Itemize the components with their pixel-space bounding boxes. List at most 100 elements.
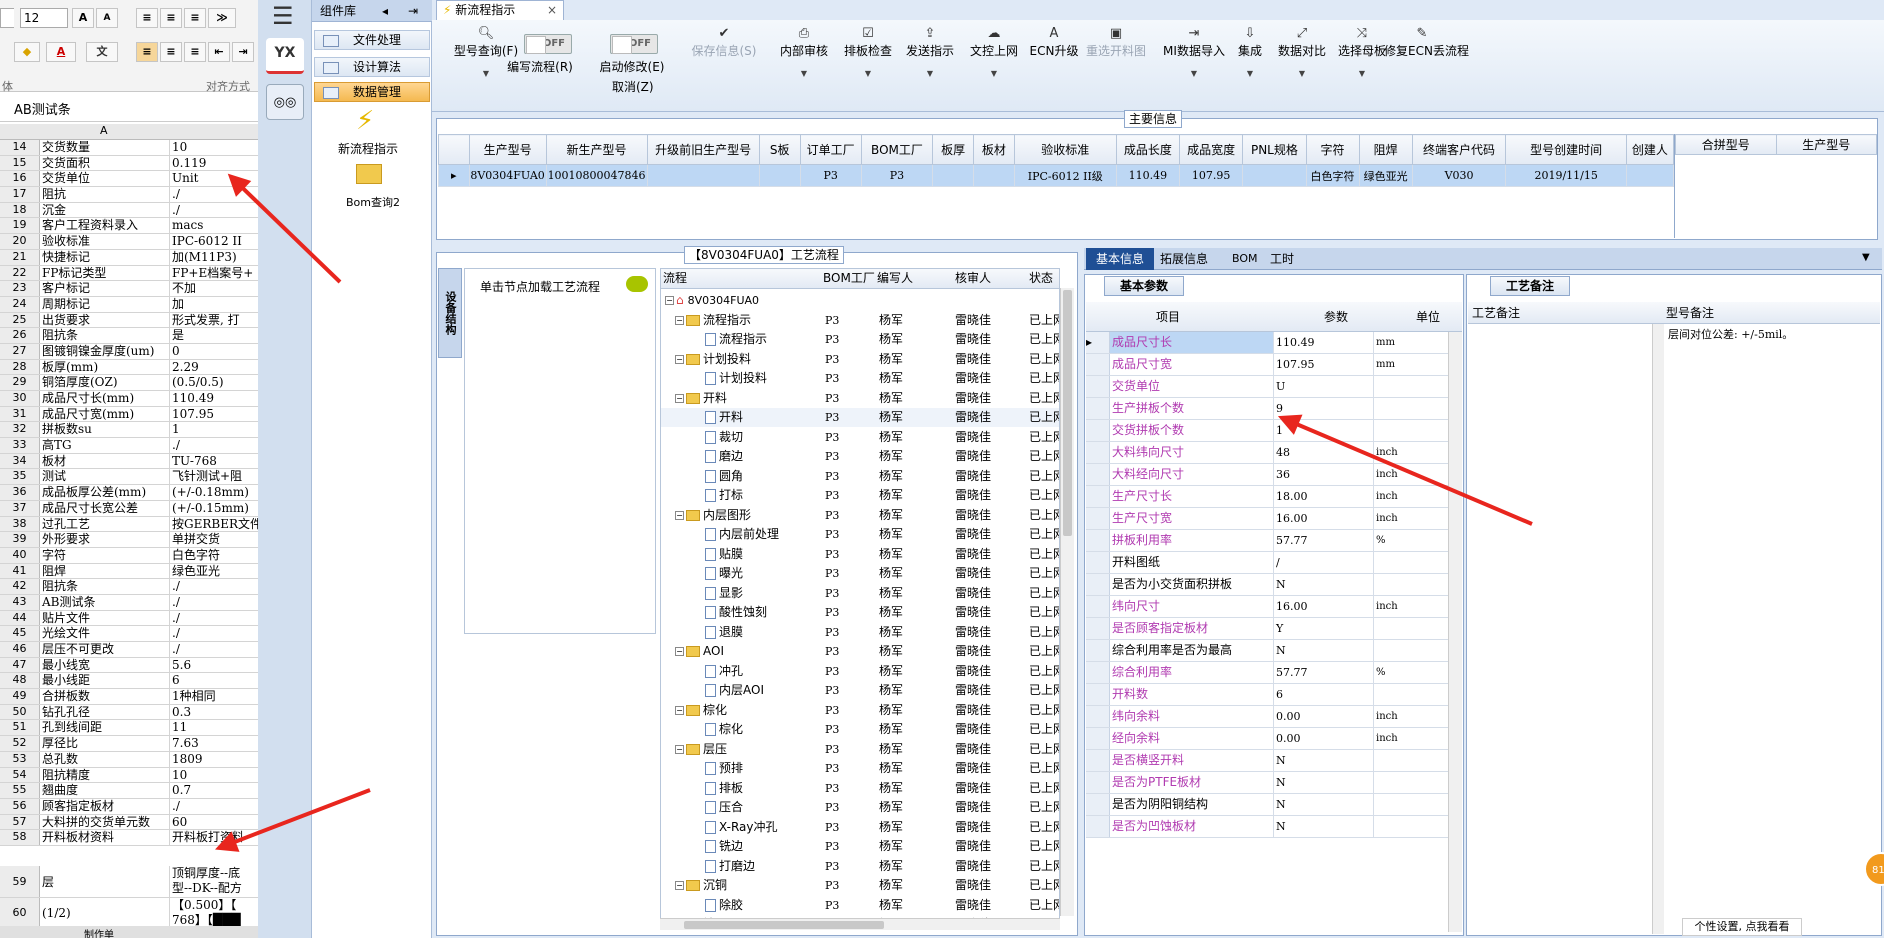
font-color-button[interactable]: A — [46, 42, 76, 62]
sheet-row[interactable]: 24 周期标记加 — [0, 296, 258, 313]
shrink-font-button[interactable]: A — [96, 8, 118, 28]
cell-a[interactable]: 成品板厚公差(mm) — [40, 485, 170, 500]
sheet-row[interactable]: 50 钻孔孔径 0.3 — [0, 704, 258, 721]
cell-b[interactable]: 0.119 — [170, 156, 258, 171]
tab-work-hours[interactable]: 工时 — [1270, 248, 1294, 270]
tab-new-flow[interactable]: ⚡ 新流程指示 × — [436, 0, 564, 20]
param-value[interactable]: 0.00 — [1274, 706, 1374, 727]
sheet-row[interactable]: 30 成品尺寸长(mm) 110.49 — [0, 391, 258, 407]
cell-b[interactable]: 60 — [170, 815, 258, 830]
tool-new-flow[interactable]: 新流程指示 — [338, 140, 398, 157]
tree-row[interactable]: 曝光 P3 杨军 雷晓佳 已上网 — [661, 564, 1059, 583]
cell-a[interactable]: FP标记类型 — [40, 265, 170, 281]
sheet-row[interactable]: 22 FP标记类型 FP+E档案号+ — [0, 265, 258, 282]
param-value[interactable]: N — [1274, 640, 1374, 661]
align-top-icon[interactable]: ≡ — [136, 8, 158, 28]
sheet-tab-zuozuodan[interactable]: 制作单 — [84, 926, 114, 938]
sheet-row[interactable]: 42 阻抗条 ./ — [0, 579, 258, 595]
sheet-row[interactable]: 43 AB测试条 ./ — [0, 594, 258, 611]
yx-logo-icon[interactable]: YX — [266, 38, 304, 74]
phonetic-button[interactable]: 文 — [86, 42, 118, 62]
cell-b[interactable]: 加 — [170, 297, 258, 312]
param-row[interactable]: 大料纬向尺寸 48 inch — [1086, 442, 1460, 464]
cell-b[interactable]: 6 — [170, 673, 258, 688]
expand-icon[interactable]: − — [675, 354, 684, 364]
cell-a[interactable]: 板材 — [40, 453, 170, 469]
main-cell[interactable] — [932, 164, 974, 187]
cell-a[interactable]: 顾客指定板材 — [40, 798, 170, 814]
param-value[interactable]: 57.77 — [1274, 530, 1374, 551]
tree-row[interactable]: − 棕化 P3 杨军 雷晓佳 已上网 — [661, 701, 1059, 720]
sheet-row[interactable]: 40 字符 白色字符 — [0, 547, 258, 564]
sheet-row[interactable]: 36 成品板厚公差(mm) (+/-0.18mm) — [0, 485, 258, 501]
cell-b[interactable]: 加(M11P3) — [170, 250, 258, 265]
main-col-header[interactable]: 板厚 — [932, 134, 974, 165]
cell-b59[interactable]: 顶铜厚度--底 型--DK--配方 — [170, 866, 258, 897]
cell-b[interactable]: 0.7 — [170, 783, 258, 798]
cell-b[interactable]: ./ — [170, 203, 258, 218]
toolbar-button[interactable]: ▣ 重选开料图 — [1078, 26, 1154, 59]
sheet-row[interactable]: 17 阻抗 ./ — [0, 187, 258, 203]
sheet-row[interactable]: 39 外形要求 单拼交货 — [0, 532, 258, 548]
cancel-button[interactable]: 取消(Z) — [612, 78, 654, 95]
param-value[interactable]: U — [1274, 376, 1374, 397]
main-cell[interactable]: 10010800047846 — [545, 164, 648, 187]
tree-row[interactable]: X-Ray冲孔 P3 杨军 雷晓佳 已上网 — [661, 818, 1059, 837]
start-modify-toggle[interactable]: OFF — [610, 34, 658, 54]
comp-item-algorithm[interactable]: 设计算法 — [314, 57, 430, 77]
cell-b[interactable]: 0.3 — [170, 705, 258, 720]
cell-a[interactable]: 成品尺寸长(mm) — [40, 391, 170, 406]
main-cell[interactable]: V030 — [1411, 164, 1507, 187]
param-row[interactable]: 是否为小交货面积拼板 N — [1086, 574, 1460, 596]
cell-b[interactable]: FP+E档案号+ — [170, 266, 258, 281]
tree-row[interactable]: 裁切 P3 杨军 雷晓佳 已上网 — [661, 428, 1059, 447]
param-value[interactable]: N — [1274, 772, 1374, 793]
main-cell[interactable]: 107.95 — [1179, 164, 1244, 187]
param-row[interactable]: 是否顾客指定板材 Y — [1086, 618, 1460, 640]
cell-a[interactable]: AB测试条 — [40, 594, 170, 610]
param-row[interactable]: 生产尺寸宽 16.00 inch — [1086, 508, 1460, 530]
param-row[interactable]: 拼板利用率 57.77% — [1086, 530, 1460, 552]
hamburger-menu-icon[interactable]: ☰ — [272, 2, 294, 30]
sheet-row-59[interactable]: 59 层 顶铜厚度--底 型--DK--配方 — [0, 866, 258, 898]
comp-item-file[interactable]: 文件处理 — [314, 30, 430, 50]
cell-a[interactable]: 阻抗条 — [40, 579, 170, 594]
tree-row[interactable]: 冲孔 P3 杨军 雷晓佳 已上网 — [661, 662, 1059, 681]
tree-row[interactable]: 打标 P3 杨军 雷晓佳 已上网 — [661, 486, 1059, 505]
tab-ext-info[interactable]: 拓展信息 — [1160, 248, 1208, 270]
tree-row[interactable]: 铣边 P3 杨军 雷晓佳 已上网 — [661, 837, 1059, 856]
tree-row[interactable]: 计划投料 P3 杨军 雷晓佳 已上网 — [661, 369, 1059, 388]
cell-b[interactable]: (+/-0.15mm) — [170, 501, 258, 516]
cell-a[interactable]: 出货要求 — [40, 312, 170, 328]
cell-b[interactable]: 0 — [170, 344, 258, 359]
align-left-icon[interactable]: ≡ — [136, 42, 158, 62]
cell-b[interactable]: 10 — [170, 768, 258, 783]
tree-row[interactable]: − 计划投料 P3 杨军 雷晓佳 已上网 — [661, 350, 1059, 369]
close-icon[interactable]: × — [547, 1, 557, 19]
cell-b[interactable]: ./ — [170, 642, 258, 657]
spreadsheet-grid[interactable]: 14 交货数量 10 15 交货面积 0.119 16 交货单位 Unit 17 阻抗 ./18 沉金.… — [0, 140, 258, 846]
cell-b[interactable]: TU-768 — [170, 454, 258, 469]
cell-a[interactable]: 交货单位 — [40, 171, 170, 187]
param-row[interactable]: 是否横竖开料 N — [1086, 750, 1460, 772]
tree-row[interactable]: 贴膜 P3 杨军 雷晓佳 已上网 — [661, 545, 1059, 564]
sheet-row[interactable]: 21 快捷标记 加(M11P3) — [0, 249, 258, 266]
cell-b[interactable]: ./ — [170, 626, 258, 641]
param-value[interactable]: N — [1274, 574, 1374, 595]
tree-row[interactable]: − 层压 P3 杨军 雷晓佳 已上网 — [661, 740, 1059, 759]
param-value[interactable]: 6 — [1274, 684, 1374, 705]
tree-row[interactable]: 棕化 P3 杨军 雷晓佳 已上网 — [661, 720, 1059, 739]
cell-a[interactable]: 厚径比 — [40, 736, 170, 751]
param-row[interactable]: 开料图纸 / — [1086, 552, 1460, 574]
expand-icon[interactable]: − — [675, 393, 684, 403]
tree-row[interactable]: 开料 P3 杨军 雷晓佳 已上网 — [661, 408, 1059, 427]
cell-a[interactable]: 阻抗条 — [40, 328, 170, 343]
main-cell[interactable] — [1625, 164, 1674, 187]
font-name-combo[interactable] — [0, 8, 14, 28]
cell-a[interactable]: 高TG — [40, 438, 170, 453]
expand-icon[interactable]: − — [675, 705, 684, 715]
dropdown-arrow-icon[interactable]: ▼ — [956, 69, 1032, 78]
cell-b[interactable]: 110.49 — [170, 391, 258, 406]
align-middle-icon[interactable]: ≡ — [160, 8, 182, 28]
param-value[interactable]: 18.00 — [1274, 486, 1374, 507]
